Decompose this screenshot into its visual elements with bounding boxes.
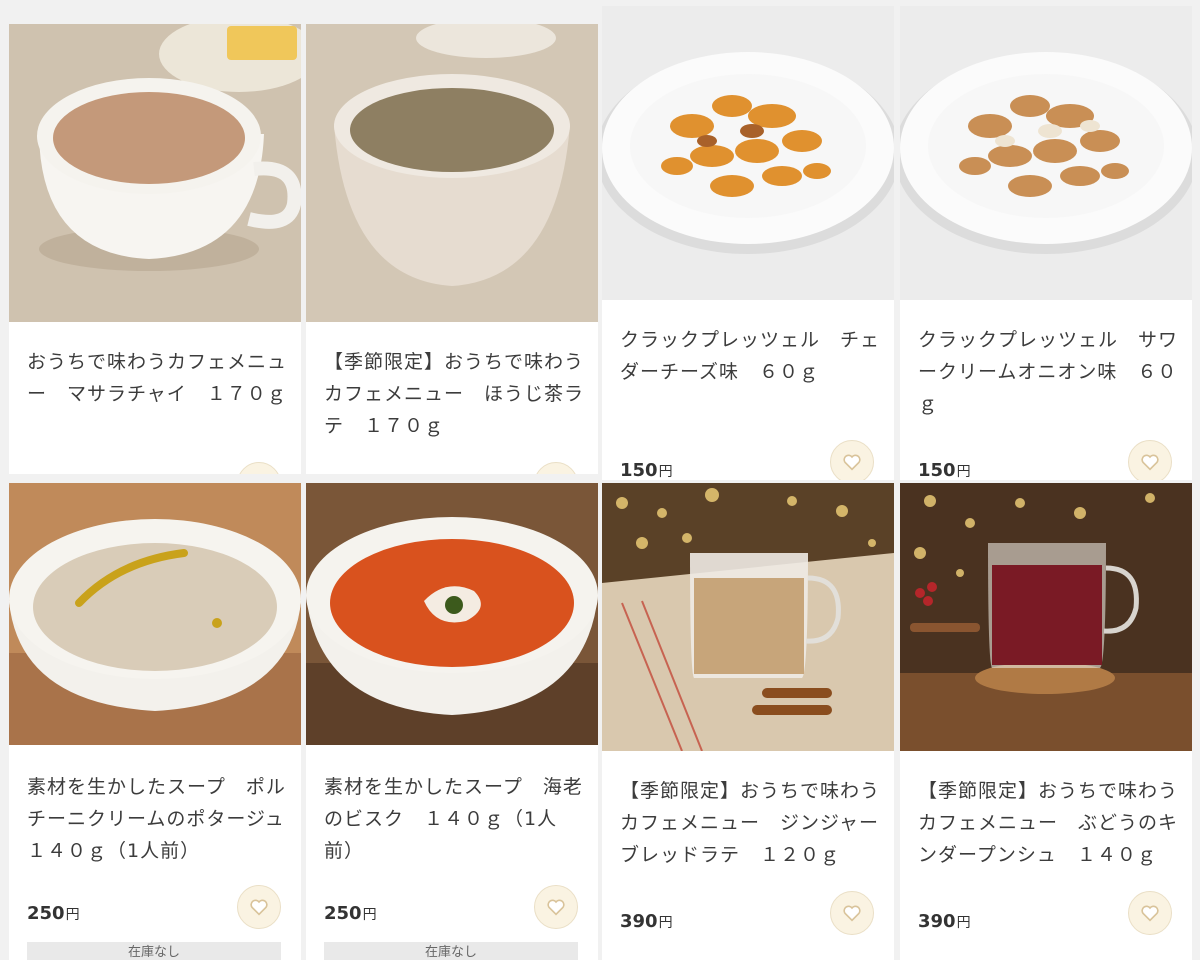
product-name[interactable]: クラックプレッツェル サワークリームオニオン味 ６０ｇ <box>918 324 1178 420</box>
product-card-sour-cream-pretzel[interactable]: クラックプレッツェル サワークリームオニオン味 ６０ｇ 150円 <box>900 6 1192 480</box>
heart-icon <box>1141 454 1159 471</box>
heart-icon <box>545 473 567 474</box>
product-image-masala-chai[interactable] <box>9 24 301 322</box>
product-column-3: クラックプレッツェル チェダーチーズ味 ６０ｇ 150円 【季節限定】おうちで味… <box>602 0 894 960</box>
product-card-hojicha-latte[interactable]: 【季節限定】おうちで味わうカフェメニュー ほうじ茶ラテ １７０ｇ <box>306 24 598 474</box>
price-value: 390 <box>620 911 658 932</box>
favorite-button[interactable] <box>534 462 578 474</box>
product-card-grape-kinderpunsch[interactable]: 【季節限定】おうちで味わうカフェメニュー ぶどうのキンダープンシュ １４０ｇ 3… <box>900 483 1192 960</box>
product-price: 390円 <box>620 911 673 932</box>
product-column-1: おうちで味わうカフェメニュー マサラチャイ １７０ｇ 素材を生かしたスープ ポル… <box>9 0 301 960</box>
product-card-masala-chai[interactable]: おうちで味わうカフェメニュー マサラチャイ １７０ｇ <box>9 24 301 474</box>
price-value: 150 <box>918 460 956 480</box>
product-card-gingerbread-latte[interactable]: 【季節限定】おうちで味わうカフェメニュー ジンジャーブレッドラテ １２０ｇ 39… <box>602 483 894 960</box>
currency-label: 円 <box>658 915 673 931</box>
price-value: 250 <box>324 903 362 924</box>
product-image-cheddar-pretzel[interactable] <box>602 6 894 300</box>
product-card-porcini-potage[interactable]: 素材を生かしたスープ ポルチーニクリームのポタージュ １４０ｇ（1人前） 250… <box>9 483 301 960</box>
product-name[interactable]: 【季節限定】おうちで味わうカフェメニュー ほうじ茶ラテ １７０ｇ <box>324 346 584 442</box>
product-image-sour-cream-pretzel[interactable] <box>900 6 1192 300</box>
product-column-4: クラックプレッツェル サワークリームオニオン味 ６０ｇ 150円 【季節限定】お… <box>900 0 1192 960</box>
product-price: 250円 <box>27 903 80 924</box>
product-card-cheddar-pretzel[interactable]: クラックプレッツェル チェダーチーズ味 ６０ｇ 150円 <box>602 6 894 480</box>
product-price: 150円 <box>620 460 673 480</box>
favorite-button[interactable] <box>1128 440 1172 480</box>
currency-label: 円 <box>65 907 80 923</box>
favorite-button[interactable] <box>830 440 874 480</box>
currency-label: 円 <box>362 907 377 923</box>
product-price: 150円 <box>918 460 971 480</box>
currency-label: 円 <box>956 915 971 931</box>
heart-icon <box>1141 905 1159 922</box>
heart-icon <box>250 899 268 916</box>
product-name[interactable]: 素材を生かしたスープ 海老のビスク １４０ｇ（1人前） <box>324 771 584 867</box>
favorite-button[interactable] <box>237 885 281 929</box>
product-image-shrimp-bisque[interactable] <box>306 483 598 745</box>
price-value: 150 <box>620 460 658 480</box>
price-value: 390 <box>918 911 956 932</box>
favorite-button[interactable] <box>534 885 578 929</box>
product-card-shrimp-bisque[interactable]: 素材を生かしたスープ 海老のビスク １４０ｇ（1人前） 250円 在庫なし <box>306 483 598 960</box>
product-image-hojicha-latte[interactable] <box>306 24 598 322</box>
product-name[interactable]: 【季節限定】おうちで味わうカフェメニュー ぶどうのキンダープンシュ １４０ｇ <box>918 775 1178 871</box>
product-price: 390円 <box>918 911 971 932</box>
product-name[interactable]: クラックプレッツェル チェダーチーズ味 ６０ｇ <box>620 324 880 388</box>
out-of-stock-label: 在庫なし <box>27 942 281 960</box>
product-image-porcini-potage[interactable] <box>9 483 301 745</box>
favorite-button[interactable] <box>237 462 281 474</box>
currency-label: 円 <box>658 464 673 480</box>
heart-icon <box>843 905 861 922</box>
product-price: 250円 <box>324 903 377 924</box>
heart-icon <box>248 473 270 474</box>
out-of-stock-label: 在庫なし <box>324 942 578 960</box>
product-image-gingerbread-latte[interactable] <box>602 483 894 751</box>
product-name[interactable]: 【季節限定】おうちで味わうカフェメニュー ジンジャーブレッドラテ １２０ｇ <box>620 775 880 871</box>
currency-label: 円 <box>956 464 971 480</box>
product-name[interactable]: 素材を生かしたスープ ポルチーニクリームのポタージュ １４０ｇ（1人前） <box>27 771 301 867</box>
favorite-button[interactable] <box>1128 891 1172 935</box>
favorite-button[interactable] <box>830 891 874 935</box>
price-value: 250 <box>27 903 65 924</box>
product-image-grape-kinderpunsch[interactable] <box>900 483 1192 751</box>
product-column-2: 【季節限定】おうちで味わうカフェメニュー ほうじ茶ラテ １７０ｇ 素材を生かした… <box>306 0 598 960</box>
heart-icon <box>843 454 861 471</box>
product-name[interactable]: おうちで味わうカフェメニュー マサラチャイ １７０ｇ <box>27 346 287 410</box>
heart-icon <box>547 899 565 916</box>
